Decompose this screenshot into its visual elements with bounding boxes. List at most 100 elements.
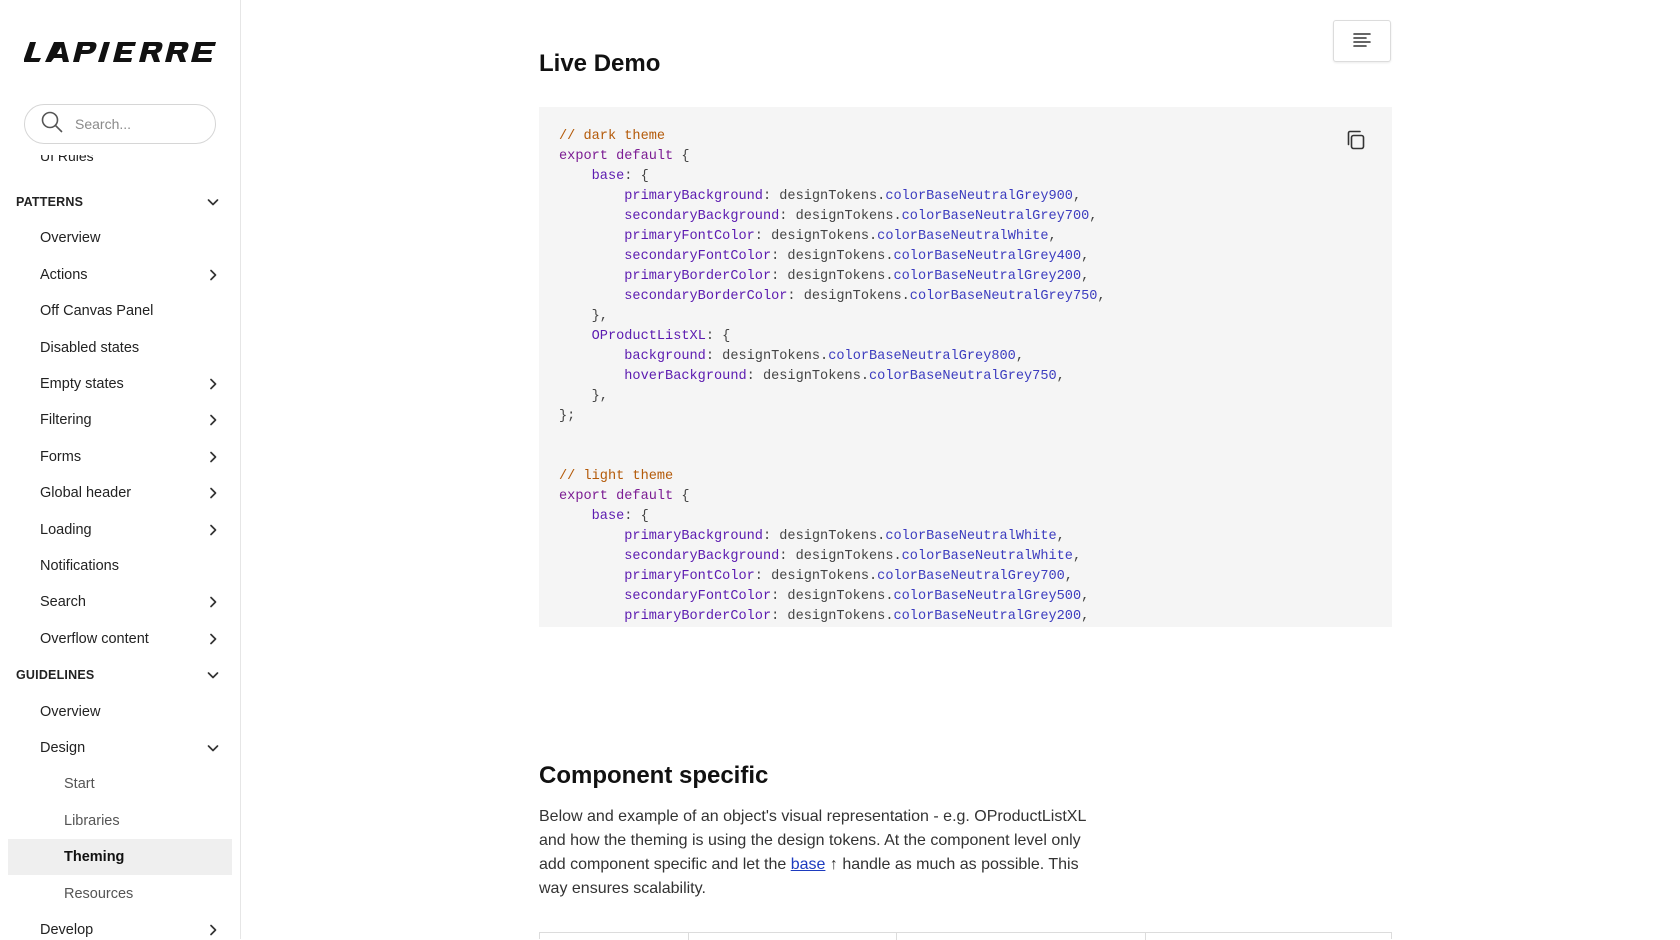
code-line: primaryFontColor: designTokens.colorBase…: [559, 567, 1106, 587]
code-token: secondaryBackground: [624, 549, 780, 564]
code-token: : designTokens.: [771, 249, 894, 264]
search-box[interactable]: [24, 104, 216, 144]
code-line: },: [559, 387, 1106, 407]
code-token: secondaryBorderColor: [624, 289, 788, 304]
sidebar-item-label: Resources: [64, 886, 134, 902]
code-token: },: [559, 309, 608, 324]
code-token: : designTokens.: [754, 229, 878, 244]
sidebar-item-develop[interactable]: Develop: [8, 912, 232, 939]
sidebar-item-theming[interactable]: Theming: [8, 839, 232, 875]
sidebar-item-empty-states[interactable]: Empty states: [8, 366, 232, 402]
chevron-right-icon[interactable]: [206, 595, 220, 609]
chevron-down-icon[interactable]: [206, 195, 220, 209]
code-token: primaryFontColor: [624, 569, 755, 584]
sidebar-section-guidelines[interactable]: GUIDELINES: [8, 657, 232, 693]
copy-button[interactable]: [1344, 128, 1368, 152]
code-token: {: [673, 489, 690, 504]
code-line: secondaryBackground: designTokens.colorB…: [559, 207, 1106, 227]
code-token: : {: [705, 329, 731, 344]
sidebar-item-actions[interactable]: Actions: [8, 257, 232, 293]
code-token: base: [591, 509, 625, 524]
chevron-right-icon[interactable]: [206, 377, 220, 391]
sidebar-section-patterns[interactable]: PATTERNS: [8, 184, 232, 220]
code-token: : designTokens.: [746, 369, 870, 384]
component-specific-heading: Component specific: [539, 762, 769, 789]
code-token: : designTokens.: [787, 289, 910, 304]
sidebar-item-label: Loading: [40, 522, 92, 538]
chevron-down-icon[interactable]: [206, 741, 220, 755]
sidebar-item-disabled-states[interactable]: Disabled states: [8, 330, 232, 366]
code-token: colorBaseNeutralWhite: [885, 529, 1057, 544]
sidebar-item-label: PATTERNS: [16, 195, 84, 209]
code-token: export default: [559, 489, 674, 504]
sidebar-item-loading[interactable]: Loading: [8, 512, 232, 548]
sidebar-item-filtering[interactable]: Filtering: [8, 402, 232, 438]
code-token: colorBaseNeutralGrey500: [893, 589, 1082, 604]
code-token: : designTokens.: [771, 589, 894, 604]
sidebar-item-design[interactable]: Design: [8, 730, 232, 766]
brand-logo[interactable]: LAPIERRE: [23, 40, 218, 64]
sidebar-item-overview[interactable]: Overview: [8, 220, 232, 256]
sidebar-item-label: Off Canvas Panel: [40, 303, 154, 319]
code-line: export default {: [559, 487, 1106, 507]
code-token: ,: [1081, 589, 1090, 604]
code-line: primaryBackground: designTokens.colorBas…: [559, 527, 1106, 547]
sidebar-item-global-header[interactable]: Global header: [8, 475, 232, 511]
chevron-right-icon[interactable]: [206, 268, 220, 282]
chevron-down-icon[interactable]: [206, 668, 220, 682]
code-token: : designTokens.: [779, 549, 902, 564]
code-token: };: [559, 409, 576, 424]
table-of-contents-button[interactable]: [1333, 20, 1391, 62]
sidebar-item-search[interactable]: Search: [8, 584, 232, 620]
sidebar-item-overview[interactable]: Overview: [8, 694, 232, 730]
sidebar-item-forms[interactable]: Forms: [8, 439, 232, 475]
sidebar-item-label: Forms: [40, 449, 82, 465]
code-token: : designTokens.: [705, 349, 829, 364]
sidebar-item-resources[interactable]: Resources: [8, 876, 232, 912]
search-input[interactable]: [73, 115, 197, 133]
code-line: secondaryFontColor: designTokens.colorBa…: [559, 247, 1106, 267]
code-token: {: [673, 149, 690, 164]
sidebar-item-label: Overview: [40, 704, 101, 720]
base-link[interactable]: base: [791, 856, 826, 873]
chevron-right-icon[interactable]: [206, 523, 220, 537]
code-line: secondaryBorderColor: designTokens.color…: [559, 287, 1105, 307]
chevron-right-icon[interactable]: [206, 632, 220, 646]
code-token: ,: [1072, 189, 1082, 204]
chevron-right-icon[interactable]: [206, 450, 220, 464]
code-content: // dark theme export default { base : { pr…: [559, 127, 1106, 627]
sidebar-item-label: Search: [40, 594, 86, 610]
copy-icon: [1347, 130, 1365, 150]
chevron-right-icon[interactable]: [206, 413, 220, 427]
code-token: colorBaseNeutralWhite: [901, 549, 1073, 564]
code-line: OProductListXL: {: [559, 327, 1106, 347]
sidebar-item-label: Disabled states: [40, 340, 140, 356]
code-token: : designTokens.: [779, 209, 902, 224]
sidebar-item-notifications[interactable]: Notifications: [8, 548, 232, 584]
sidebar-item-libraries[interactable]: Libraries: [8, 803, 232, 839]
code-line: // dark theme: [559, 127, 1106, 147]
code-line: // light theme: [559, 467, 1106, 487]
code-token: colorBaseNeutralGrey750: [869, 369, 1057, 384]
sidebar-item-cut[interactable]: UI Rules: [40, 155, 220, 167]
code-line: },: [559, 307, 1106, 327]
sidebar-item-off-canvas-panel[interactable]: Off Canvas Panel: [8, 293, 232, 329]
code-token: },: [559, 389, 608, 404]
code-token: colorBaseNeutralGrey200: [893, 269, 1082, 284]
chevron-right-icon[interactable]: [206, 923, 220, 937]
code-block[interactable]: // dark theme export default { base : { pr…: [539, 107, 1392, 627]
sidebar-item-overflow-content[interactable]: Overflow content: [8, 621, 232, 657]
code-token: colorBaseNeutralGrey700: [877, 569, 1065, 584]
sidebar-item-start[interactable]: Start: [8, 766, 232, 802]
code-line: primaryBorderColor: designTokens.colorBa…: [559, 267, 1106, 287]
chevron-right-icon[interactable]: [206, 486, 220, 500]
